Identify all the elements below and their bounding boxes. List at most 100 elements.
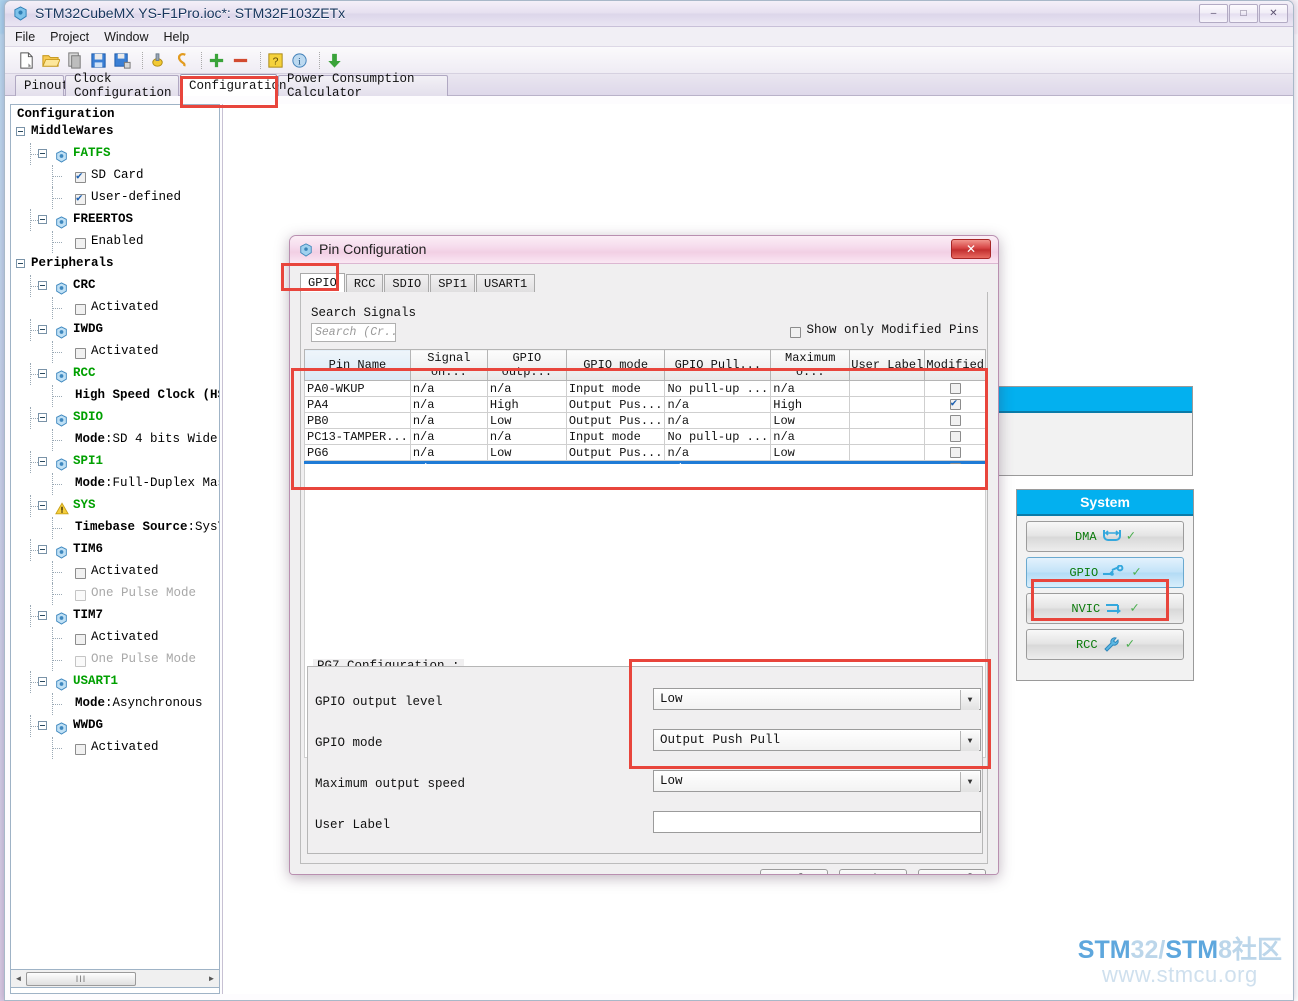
tree-node-peripherals[interactable]: Peripherals bbox=[11, 253, 219, 275]
tree-node-wwdg[interactable]: WWDG bbox=[11, 715, 219, 737]
cell-modified[interactable] bbox=[924, 428, 986, 445]
tab-configuration[interactable]: Configuration bbox=[180, 74, 287, 96]
tab-power-consumption-calculator[interactable]: Power Consumption Calculator bbox=[278, 72, 448, 100]
column-gpio-output[interactable]: GPIO outp... bbox=[486, 349, 567, 381]
save-icon[interactable] bbox=[89, 51, 108, 70]
tree-node-timebase-source-syst[interactable]: Timebase Source:SysT bbox=[11, 517, 219, 539]
gpio-mode-select[interactable]: Output Push Pull ▼ bbox=[653, 729, 981, 751]
tree-node-tim6[interactable]: TIM6 bbox=[11, 539, 219, 561]
dialog-tab-gpio[interactable]: GPIO bbox=[300, 273, 345, 292]
tree-expander[interactable] bbox=[38, 369, 47, 378]
dma-button[interactable]: DMA ✓ bbox=[1026, 521, 1184, 552]
group-by-ip[interactable]: Group By IP bbox=[306, 874, 406, 875]
tree-node-iwdg[interactable]: IWDG bbox=[11, 319, 219, 341]
column-gpio-pull[interactable]: GPIO Pull... bbox=[664, 349, 772, 381]
column-modified[interactable]: Modified bbox=[924, 349, 986, 381]
minimize-button[interactable]: – bbox=[1199, 4, 1228, 23]
tree-checkbox[interactable] bbox=[75, 656, 86, 667]
dialog-tab-rcc[interactable]: RCC bbox=[345, 274, 384, 292]
tree-checkbox[interactable] bbox=[75, 568, 86, 579]
tree-node-activated[interactable]: Activated bbox=[11, 297, 219, 319]
tree-expander[interactable] bbox=[38, 413, 47, 422]
tree-expander[interactable] bbox=[38, 281, 47, 290]
tree-expander[interactable] bbox=[38, 215, 47, 224]
tree-checkbox[interactable] bbox=[75, 744, 86, 755]
column-gpio-mode[interactable]: GPIO mode bbox=[565, 349, 666, 381]
modified-checkbox[interactable] bbox=[949, 431, 961, 442]
apply-button[interactable]: Apply bbox=[760, 869, 828, 874]
help-icon[interactable]: ? bbox=[266, 51, 285, 70]
column-maximum-output[interactable]: Maximum o... bbox=[770, 349, 851, 381]
tree-node-freertos[interactable]: FREERTOS bbox=[11, 209, 219, 231]
nvic-button[interactable]: NVIC ✓ bbox=[1026, 593, 1184, 624]
dialog-tab-sdio[interactable]: SDIO bbox=[384, 274, 430, 292]
tree-node-usart1[interactable]: USART1 bbox=[11, 671, 219, 693]
tree-node-one-pulse-mode[interactable]: One Pulse Mode bbox=[11, 649, 219, 671]
scroll-right-arrow[interactable]: ► bbox=[204, 971, 219, 986]
table-row[interactable]: PA4 n/a High Output Pus... n/a High bbox=[304, 396, 986, 413]
tree-node-mode-asynchronous[interactable]: Mode:Asynchronous bbox=[11, 693, 219, 715]
tree-checkbox[interactable] bbox=[75, 634, 86, 645]
tree-expander[interactable] bbox=[38, 325, 47, 334]
remove-icon[interactable] bbox=[231, 51, 250, 70]
modified-checkbox[interactable] bbox=[949, 415, 961, 426]
show-only-modified-pins[interactable]: Show only Modified Pins bbox=[790, 323, 979, 338]
tree-node-sd-card[interactable]: SD Card bbox=[11, 165, 219, 187]
tree-checkbox[interactable] bbox=[75, 191, 86, 205]
tree-expander[interactable] bbox=[38, 721, 47, 730]
search-input[interactable]: Search (Cr... bbox=[311, 323, 396, 342]
chevron-down-icon[interactable]: ▼ bbox=[960, 731, 979, 751]
tree-node-crc[interactable]: CRC bbox=[11, 275, 219, 297]
gpio-output-level-select[interactable]: Low ▼ bbox=[653, 688, 981, 710]
tree-node-rcc[interactable]: RCC bbox=[11, 363, 219, 385]
save-as-icon[interactable] bbox=[113, 51, 132, 70]
menu-item-file[interactable]: File bbox=[15, 30, 35, 44]
tree-node-user-defined[interactable]: User-defined bbox=[11, 187, 219, 209]
gpio-button[interactable]: GPIO ✓ bbox=[1026, 557, 1184, 588]
cell-modified[interactable] bbox=[924, 380, 986, 397]
table-row[interactable]: PA0-WKUP n/a n/a Input mode No pull-up ... n/… bbox=[304, 380, 986, 397]
about-icon[interactable]: i bbox=[290, 51, 309, 70]
copy-icon[interactable] bbox=[65, 51, 84, 70]
tree-expander[interactable] bbox=[38, 677, 47, 686]
tree-node-high-speed-clock-hs[interactable]: High Speed Clock (HS bbox=[11, 385, 219, 407]
tree-expander[interactable] bbox=[16, 259, 25, 268]
tree-horizontal-scrollbar[interactable]: ◄ III ► bbox=[10, 969, 220, 988]
column-signal-on[interactable]: Signal on... bbox=[409, 349, 488, 381]
maximum-output-speed-select[interactable]: Low ▼ bbox=[653, 770, 981, 792]
tree-expander[interactable] bbox=[38, 457, 47, 466]
tree-expander[interactable] bbox=[38, 611, 47, 620]
column-pin-name[interactable]: Pin Name bbox=[304, 349, 411, 381]
ok-button[interactable]: Ok bbox=[839, 869, 907, 874]
tree-checkbox[interactable] bbox=[75, 590, 86, 601]
tab-pinout[interactable]: Pinout bbox=[15, 75, 69, 96]
table-row[interactable]: PG6 n/a Low Output Pus... n/a Low bbox=[304, 444, 986, 461]
cell-modified[interactable] bbox=[924, 444, 986, 461]
tree-checkbox[interactable] bbox=[75, 348, 86, 359]
table-row[interactable]: PB0 n/a Low Output Pus... n/a Low bbox=[304, 412, 986, 429]
close-button[interactable]: ✕ bbox=[1259, 4, 1288, 23]
tree-node-activated[interactable]: Activated bbox=[11, 737, 219, 759]
add-icon[interactable] bbox=[207, 51, 226, 70]
maximize-button[interactable]: □ bbox=[1229, 4, 1258, 23]
cell-modified[interactable] bbox=[924, 412, 986, 429]
tree-node-activated[interactable]: Activated bbox=[11, 627, 219, 649]
tree-node-spi1[interactable]: SPI1 bbox=[11, 451, 219, 473]
tree-node-middlewares[interactable]: MiddleWares bbox=[11, 121, 219, 143]
dialog-tab-usart1[interactable]: USART1 bbox=[476, 274, 536, 292]
cell-modified[interactable] bbox=[924, 396, 986, 413]
tree-node-tim7[interactable]: TIM7 bbox=[11, 605, 219, 627]
tree-node-one-pulse-mode[interactable]: One Pulse Mode bbox=[11, 583, 219, 605]
configuration-tree[interactable]: Configuration MiddleWares FATFS SD Card Use… bbox=[10, 104, 220, 994]
new-project-icon[interactable] bbox=[17, 51, 36, 70]
cancel-button[interactable]: Cancel bbox=[918, 869, 986, 874]
rcc-button[interactable]: RCC ✓ bbox=[1026, 629, 1184, 660]
modified-checkbox[interactable] bbox=[949, 398, 961, 410]
dialog-tab-spi1[interactable]: SPI1 bbox=[430, 274, 476, 292]
tree-checkbox[interactable] bbox=[75, 169, 86, 183]
download-icon[interactable] bbox=[325, 51, 344, 70]
pin-table[interactable]: Pin Name Signal on... GPIO outp... GPIO … bbox=[304, 349, 986, 477]
tab-clock-configuration[interactable]: Clock Configuration bbox=[65, 72, 179, 100]
tree-node-enabled[interactable]: Enabled bbox=[11, 231, 219, 253]
menu-item-project[interactable]: Project bbox=[50, 30, 89, 44]
